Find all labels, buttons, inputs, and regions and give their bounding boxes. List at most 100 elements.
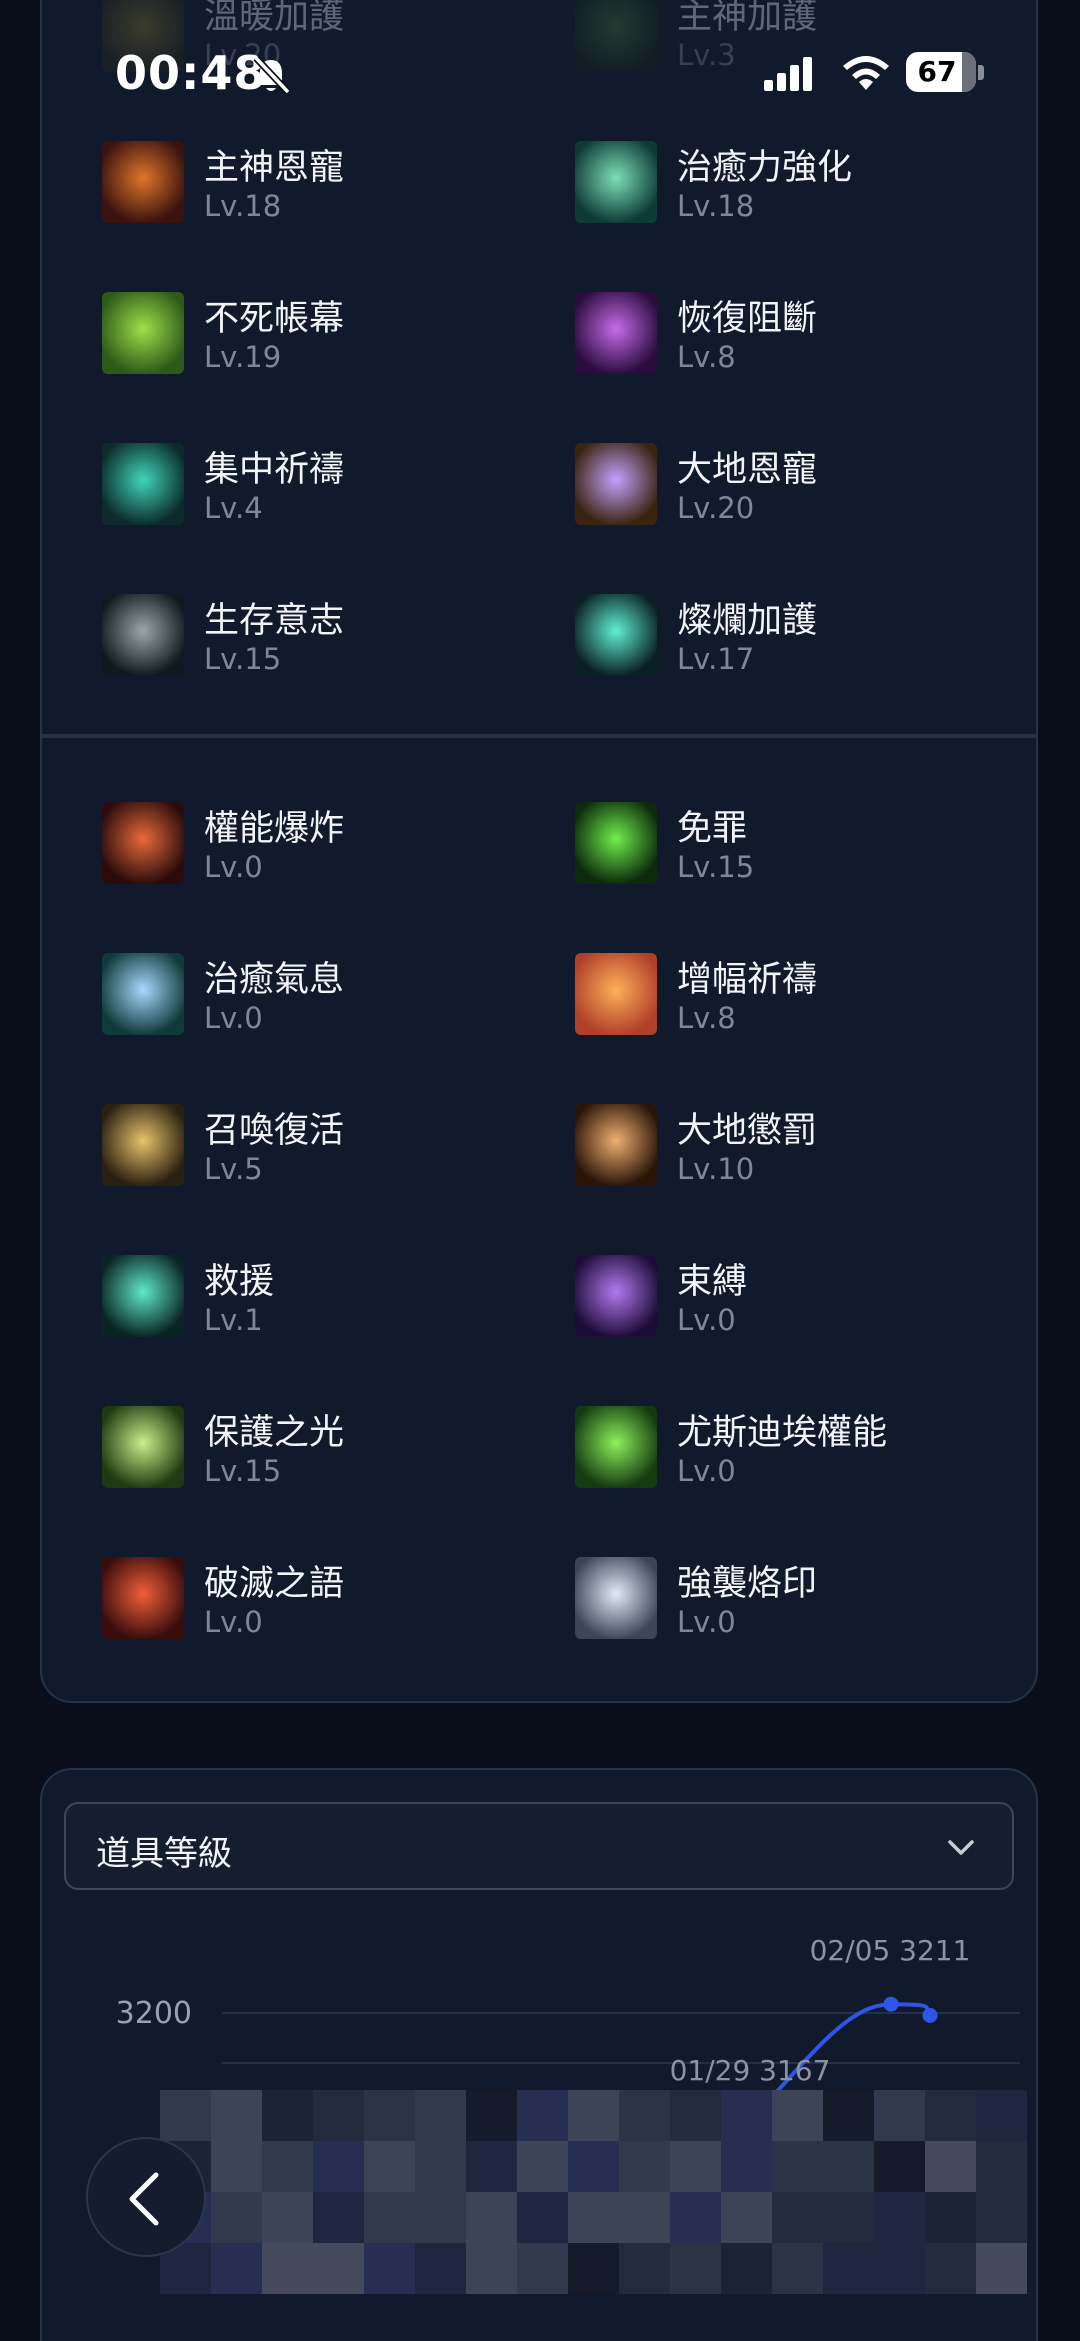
skill-name: 召喚復活 — [204, 1111, 345, 1151]
mosaic-block — [415, 2243, 466, 2294]
skill-level: Lv.0 — [677, 1303, 736, 1337]
mosaic-block — [415, 2192, 466, 2243]
skill-item[interactable]: 治癒氣息 Lv.0 — [102, 951, 542, 1041]
skill-item[interactable]: 生存意志 Lv.15 — [102, 592, 542, 682]
skill-level: Lv.18 — [204, 189, 282, 223]
skill-item[interactable]: 權能爆炸 Lv.0 — [102, 800, 542, 890]
mosaic-block — [211, 2243, 262, 2294]
skill-item[interactable]: 大地恩寵 Lv.20 — [575, 441, 1015, 531]
skill-item[interactable]: 束縛 Lv.0 — [575, 1253, 1015, 1343]
mosaic-block — [313, 2192, 364, 2243]
earth-grace-icon — [575, 443, 657, 525]
mosaic-block — [619, 2090, 670, 2141]
skill-level: Lv.15 — [204, 642, 282, 676]
skill-name: 恢復阻斷 — [677, 299, 818, 339]
skill-item[interactable]: 大地懲罰 Lv.10 — [575, 1102, 1015, 1192]
mosaic-block — [925, 2090, 976, 2141]
skill-name: 生存意志 — [204, 601, 345, 641]
mosaic-block — [160, 2090, 211, 2141]
radiant-protection-icon — [575, 594, 657, 676]
section-divider — [42, 734, 1038, 738]
data-point[interactable] — [883, 1996, 899, 2012]
skill-item[interactable]: 主神恩寵 Lv.18 — [102, 139, 542, 229]
skill-item[interactable]: 救援 Lv.1 — [102, 1253, 542, 1343]
rescue-icon — [102, 1255, 184, 1337]
skill-item[interactable]: 增幅祈禱 Lv.8 — [575, 951, 1015, 1041]
mosaic-block — [670, 2141, 721, 2192]
mosaic-block — [517, 2192, 568, 2243]
mosaic-block — [313, 2090, 364, 2141]
main-god-grace-icon — [102, 141, 184, 223]
skill-level: Lv.10 — [677, 1152, 755, 1186]
mosaic-block — [466, 2090, 517, 2141]
mosaic-block — [211, 2192, 262, 2243]
skill-item[interactable]: 不死帳幕 Lv.19 — [102, 290, 542, 380]
skill-name: 大地恩寵 — [677, 450, 818, 490]
page: 00:48 67 溫暖加護 Lv.20 主神加護 Lv.3 主神恩寵 Lv.18… — [0, 0, 1080, 2341]
bind-icon — [575, 1255, 657, 1337]
bell-off-icon — [253, 55, 291, 95]
mosaic-block — [466, 2243, 517, 2294]
skill-level: Lv.15 — [677, 850, 755, 884]
skill-item[interactable]: 強襲烙印 Lv.0 — [575, 1555, 1015, 1645]
mosaic-block — [415, 2141, 466, 2192]
undying-veil-icon — [102, 292, 184, 374]
skill-name: 破滅之語 — [204, 1564, 345, 1604]
mosaic-block — [415, 2090, 466, 2141]
mosaic-block — [721, 2243, 772, 2294]
mosaic-block — [823, 2243, 874, 2294]
skill-name: 保護之光 — [204, 1413, 345, 1453]
mosaic-block — [211, 2141, 262, 2192]
mosaic-block — [976, 2243, 1027, 2294]
chevron-left-icon — [129, 2172, 159, 2226]
mosaic-block — [721, 2192, 772, 2243]
word-of-ruin-icon — [102, 1557, 184, 1639]
mosaic-block — [874, 2090, 925, 2141]
skill-item[interactable]: 尤斯迪埃權能 Lv.0 — [575, 1404, 1015, 1494]
skill-item[interactable]: 集中祈禱 Lv.4 — [102, 441, 542, 531]
skill-item[interactable]: 召喚復活 Lv.5 — [102, 1102, 542, 1192]
skill-item[interactable]: 免罪 Lv.15 — [575, 800, 1015, 890]
skill-name: 主神恩寵 — [204, 148, 345, 188]
mosaic-block — [823, 2192, 874, 2243]
mosaic-block — [670, 2192, 721, 2243]
mosaic-block — [772, 2141, 823, 2192]
mosaic-block — [670, 2243, 721, 2294]
skill-item[interactable]: 保護之光 Lv.15 — [102, 1404, 542, 1494]
mosaic-block — [874, 2243, 925, 2294]
recovery-block-icon — [575, 292, 657, 374]
mosaic-block — [619, 2141, 670, 2192]
mosaic-block — [619, 2243, 670, 2294]
mosaic-block — [517, 2141, 568, 2192]
back-button[interactable] — [86, 2137, 206, 2257]
mosaic-block — [619, 2192, 670, 2243]
mosaic-block — [364, 2192, 415, 2243]
mosaic-block — [262, 2141, 313, 2192]
mosaic-block — [517, 2243, 568, 2294]
skill-name: 大地懲罰 — [677, 1111, 818, 1151]
mosaic-block — [670, 2090, 721, 2141]
mosaic-block — [925, 2192, 976, 2243]
battery-level: 67 — [917, 55, 957, 88]
skill-name: 束縛 — [677, 1262, 748, 1302]
mosaic-block — [721, 2141, 772, 2192]
data-point[interactable] — [922, 2007, 938, 2023]
skill-level: Lv.0 — [677, 1454, 736, 1488]
light-of-protection-icon — [102, 1406, 184, 1488]
mosaic-block — [568, 2243, 619, 2294]
skill-item[interactable]: 恢復阻斷 Lv.8 — [575, 290, 1015, 380]
mosaic-block — [823, 2090, 874, 2141]
skill-name: 救援 — [204, 1262, 275, 1302]
mosaic-block — [466, 2141, 517, 2192]
mosaic-block — [466, 2192, 517, 2243]
skill-item[interactable]: 破滅之語 Lv.0 — [102, 1555, 542, 1645]
skill-item[interactable]: 治癒力強化 Lv.18 — [575, 139, 1015, 229]
mosaic-block — [262, 2243, 313, 2294]
y-tick-label: 3200 — [116, 1996, 192, 2031]
mosaic-block — [313, 2141, 364, 2192]
status-bar: 00:48 67 — [0, 0, 1080, 145]
status-time: 00:48 — [115, 46, 267, 100]
skill-level: Lv.0 — [204, 850, 263, 884]
mosaic-block — [568, 2141, 619, 2192]
skill-item[interactable]: 燦爛加護 Lv.17 — [575, 592, 1015, 682]
